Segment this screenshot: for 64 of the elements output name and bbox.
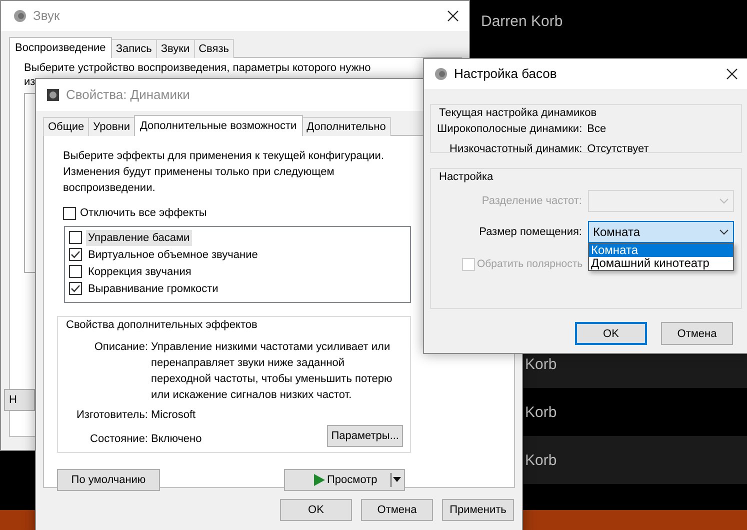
instruction-text: из [24, 75, 36, 89]
field-value: Управление низкими частотами усиливает или перенаправляет звуки ниже заданной переходной частоты, чтобы уменьшить потерю или искажение сигналов низких частот. [151, 340, 394, 403]
group-title: Свойства дополнительных эффектов [64, 317, 260, 333]
group-title: Текущая настройка динамиков [437, 105, 599, 121]
field-label: Описание: [93, 340, 148, 355]
field-label: Разделение частот: [480, 194, 582, 209]
dialog-button[interactable]: OK [575, 322, 647, 345]
field-label: Низкочастотный динамик: [448, 142, 582, 157]
field-label: Широкополосные динамики: [437, 122, 582, 137]
window-title: Свойства: Динамики [66, 87, 190, 103]
speaker-icon [13, 9, 27, 23]
field-label: Состояние: [89, 432, 148, 447]
settings-button[interactable]: Параметры... [327, 425, 403, 447]
dropdown-option[interactable]: Комната [589, 244, 733, 257]
tab[interactable]: Уровни [88, 117, 135, 136]
speaker-icon [434, 67, 448, 81]
track-artist: Korb [525, 356, 557, 373]
checkbox-label: Отключить все эффекты [80, 206, 207, 221]
preview-button[interactable]: Просмотр [284, 469, 405, 491]
field-value: Все [587, 122, 608, 137]
effect-label[interactable]: Коррекция звучания [86, 264, 194, 280]
defaults-button[interactable]: По умолчанию [57, 469, 160, 491]
group-title: Настройка [437, 169, 496, 185]
field-value: Microsoft [151, 408, 197, 423]
checkbox[interactable] [69, 282, 82, 295]
checkbox[interactable] [63, 206, 76, 220]
tab[interactable]: Связь [194, 39, 234, 58]
effect-label[interactable]: Управление басами [86, 230, 192, 246]
speaker-icon [46, 88, 60, 102]
dialog-button[interactable]: Отмена [661, 322, 733, 345]
tab[interactable]: Звуки [156, 39, 195, 58]
track-artist: Korb [525, 404, 557, 421]
effect-label[interactable]: Виртуальное объемное звучание [86, 246, 260, 262]
track-artist: Korb [525, 452, 557, 469]
field-label: Размер помещения: [478, 225, 582, 240]
dialog-button[interactable]: OK [280, 499, 352, 521]
checkbox[interactable] [69, 265, 82, 278]
dropdown-option[interactable]: Домашний кинотеатр [589, 257, 733, 270]
instruction-text: Выберите устройство воспроизведения, параметры которого нужно [24, 61, 371, 75]
checkbox[interactable] [69, 248, 82, 261]
effect-label[interactable]: Выравнивание громкости [86, 280, 220, 296]
window-title: Звук [33, 8, 60, 24]
close-icon[interactable] [447, 10, 459, 22]
tab[interactable]: Дополнительные возможности [134, 115, 303, 136]
configure-button[interactable]: Н [4, 389, 35, 411]
window-title: Настройка басов [454, 66, 557, 82]
checkbox[interactable] [69, 231, 82, 244]
dialog-button[interactable]: Отмена [361, 499, 433, 521]
artist-name: Darren Korb [480, 12, 564, 32]
instruction-text: Выберите эффекты для применения к текущей конфигурации. Изменения будут применены только при следующем воспроизведении. [63, 149, 386, 196]
tab[interactable]: Дополнительно [302, 117, 391, 136]
field-label: Изготовитель: [76, 408, 148, 423]
caret-down-icon[interactable] [390, 473, 402, 487]
tab[interactable]: Воспроизведение [9, 37, 112, 58]
dialog-button[interactable]: Применить [442, 499, 514, 521]
field-value: Включено [151, 432, 202, 447]
chevron-down-icon [719, 229, 729, 235]
close-icon[interactable] [726, 68, 738, 80]
checkbox-label: Обратить полярность [477, 257, 583, 272]
play-icon [313, 474, 325, 486]
chevron-down-icon [719, 198, 729, 204]
tab[interactable]: Общие [43, 117, 90, 136]
field-value: Отсутствует [587, 142, 650, 157]
tab[interactable]: Запись [110, 39, 157, 58]
